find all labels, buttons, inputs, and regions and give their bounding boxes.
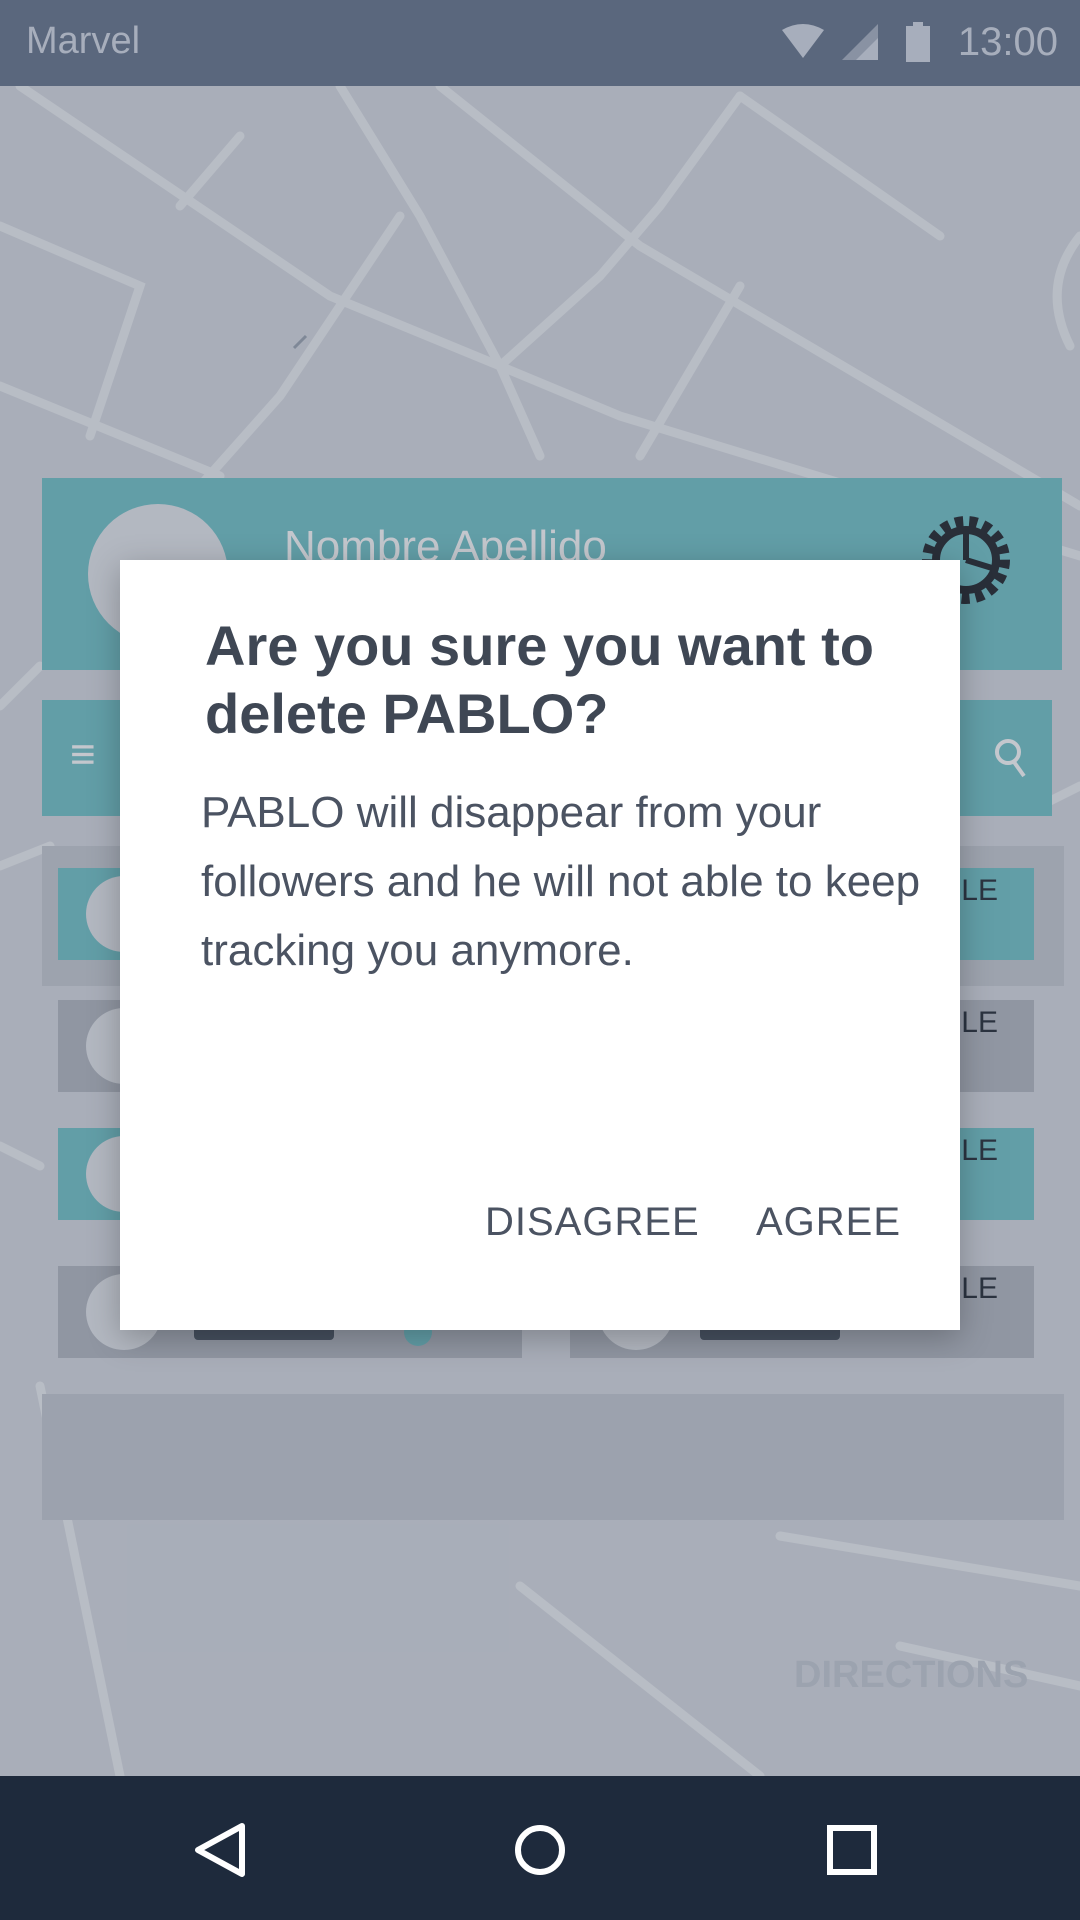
navigation-bar [0,1776,1080,1920]
back-icon[interactable] [190,1820,250,1880]
recents-icon[interactable] [822,1820,882,1880]
confirm-delete-dialog: Are you sure you want to delete PABLO? P… [120,560,960,1330]
dialog-title: Are you sure you want to delete PABLO? [205,614,874,745]
dialog-message: PABLO will disappear from your followers… [201,788,921,975]
agree-button[interactable]: AGREE [756,1190,901,1255]
home-icon[interactable] [510,1820,570,1880]
disagree-button[interactable]: DISAGREE [485,1190,700,1255]
